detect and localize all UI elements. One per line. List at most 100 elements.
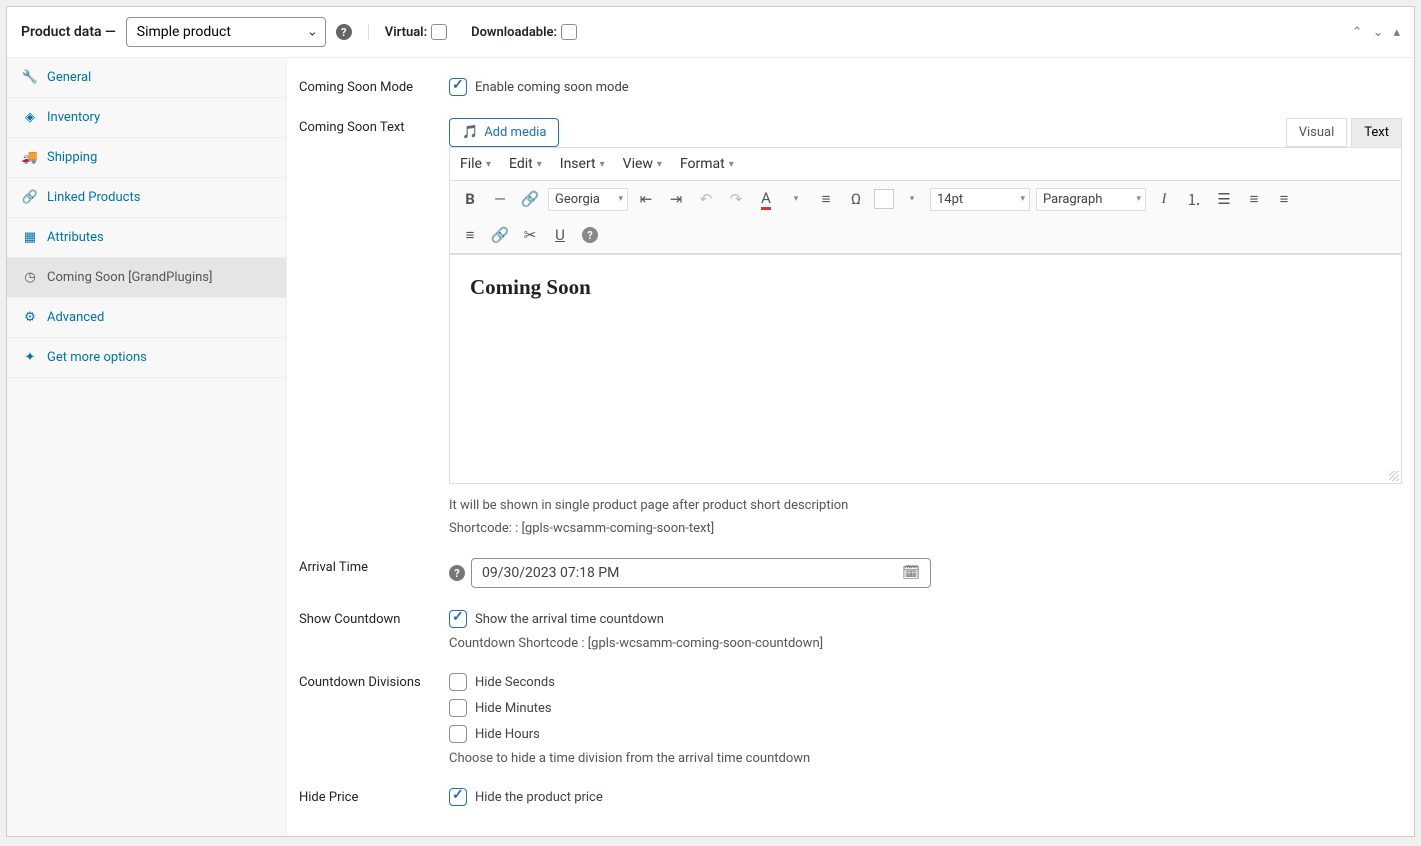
font-size-select[interactable]: 14pt▾ bbox=[930, 188, 1030, 211]
row-coming-soon-text: Coming Soon Text 🎵 Add media Visual Text… bbox=[299, 118, 1402, 536]
sidebar-item-label: Coming Soon [GrandPlugins] bbox=[47, 270, 212, 285]
show-countdown-checkbox[interactable] bbox=[449, 610, 467, 628]
divider bbox=[368, 24, 369, 40]
main-content: Coming Soon Mode Enable coming soon mode… bbox=[287, 58, 1414, 836]
sidebar-item-general[interactable]: 🔧 General bbox=[7, 58, 286, 98]
menu-insert[interactable]: Insert▾ bbox=[560, 156, 605, 172]
menu-file[interactable]: File▾ bbox=[460, 156, 491, 172]
bg-color-picker[interactable] bbox=[874, 189, 894, 209]
link2-icon[interactable]: 🔗 bbox=[488, 223, 512, 247]
hide-price-label: Hide the product price bbox=[449, 788, 1402, 806]
tab-text[interactable]: Text bbox=[1351, 118, 1402, 147]
text-color-icon[interactable]: A bbox=[754, 187, 778, 211]
countdown-shortcode-desc: Countdown Shortcode : [gpls-wcsamm-comin… bbox=[449, 636, 1402, 651]
undo-icon[interactable]: ↶ bbox=[694, 187, 718, 211]
sidebar-item-label: Advanced bbox=[47, 310, 104, 325]
menu-edit[interactable]: Edit▾ bbox=[509, 156, 542, 172]
help-icon[interactable]: ? bbox=[336, 24, 352, 40]
divisions-desc: Choose to hide a time division from the … bbox=[449, 751, 1402, 766]
help-icon[interactable]: ? bbox=[449, 565, 465, 581]
hide-minutes-label: Hide Minutes bbox=[449, 699, 1402, 717]
align-right-icon[interactable]: ≡ bbox=[458, 223, 482, 247]
menu-format[interactable]: Format▾ bbox=[680, 156, 734, 172]
row-hide-price: Hide Price Hide the product price bbox=[299, 788, 1402, 806]
text-color-more-icon[interactable]: ▾ bbox=[784, 187, 808, 211]
sidebar-item-attributes[interactable]: ▦ Attributes bbox=[7, 218, 286, 258]
align-justify-icon[interactable]: ≡ bbox=[814, 187, 838, 211]
row-coming-soon-mode: Coming Soon Mode Enable coming soon mode bbox=[299, 78, 1402, 96]
chevron-down-icon[interactable]: ⌄ bbox=[1373, 25, 1384, 40]
calendar-icon: 🗓 bbox=[902, 565, 920, 581]
label-countdown-divisions: Countdown Divisions bbox=[299, 673, 449, 690]
resize-grip-icon[interactable] bbox=[1389, 471, 1399, 481]
align-center-icon[interactable]: ≡ bbox=[1272, 187, 1296, 211]
panel-body: 🔧 General ◈ Inventory 🚚 Shipping 🔗 Linke… bbox=[7, 58, 1414, 836]
enable-coming-soon-label: Enable coming soon mode bbox=[449, 78, 1402, 96]
label-arrival-time: Arrival Time bbox=[299, 558, 449, 575]
hide-hours-label: Hide Hours bbox=[449, 725, 1402, 743]
sidebar-item-linked-products[interactable]: 🔗 Linked Products bbox=[7, 178, 286, 218]
help-icon[interactable]: ? bbox=[578, 223, 602, 247]
hide-hours-checkbox[interactable] bbox=[449, 725, 467, 743]
label-coming-soon-text: Coming Soon Text bbox=[299, 118, 449, 135]
panel-title: Product data — bbox=[21, 24, 116, 40]
editor-toolbar-2: ≡ 🔗 ✂ U ? bbox=[449, 217, 1402, 254]
underline-icon[interactable]: U bbox=[548, 223, 572, 247]
indent-icon[interactable]: ⇥ bbox=[664, 187, 688, 211]
unlink-icon[interactable]: ✂ bbox=[518, 223, 542, 247]
link-icon: 🔗 bbox=[23, 190, 37, 205]
hide-price-checkbox[interactable] bbox=[449, 788, 467, 806]
omega-icon[interactable]: Ω bbox=[844, 187, 868, 211]
hide-minutes-checkbox[interactable] bbox=[449, 699, 467, 717]
label-show-countdown: Show Countdown bbox=[299, 610, 449, 627]
show-countdown-label: Show the arrival time countdown bbox=[449, 610, 1402, 628]
bullet-list-icon[interactable]: ☰ bbox=[1212, 187, 1236, 211]
outdent-icon[interactable]: ⇤ bbox=[634, 187, 658, 211]
panel-controls: ⌃ ⌄ ▴ bbox=[1352, 25, 1400, 40]
redo-icon[interactable]: ↷ bbox=[724, 187, 748, 211]
sidebar-item-shipping[interactable]: 🚚 Shipping bbox=[7, 138, 286, 178]
italic-icon[interactable]: I bbox=[1152, 187, 1176, 211]
row-arrival-time: Arrival Time ? 09/30/2023 07:18 PM 🗓 bbox=[299, 558, 1402, 588]
sidebar-item-label: Get more options bbox=[47, 350, 147, 365]
media-icon: 🎵 bbox=[462, 125, 478, 140]
arrival-time-input[interactable]: 09/30/2023 07:18 PM 🗓 bbox=[471, 558, 931, 588]
editor-tabs-row: 🎵 Add media Visual Text bbox=[449, 118, 1402, 147]
product-type-select[interactable]: Simple product bbox=[126, 17, 326, 47]
enable-coming-soon-checkbox[interactable] bbox=[449, 78, 467, 96]
menu-view[interactable]: View▾ bbox=[623, 156, 662, 172]
sidebar-item-label: Attributes bbox=[47, 230, 104, 245]
editor-toolbar-1: B — 🔗 Georgia▾ ⇤ ⇥ ↶ ↷ A ▾ ≡ Ω ▾ bbox=[449, 181, 1402, 217]
editor-desc-2: Shortcode: : [gpls-wcsamm-coming-soon-te… bbox=[449, 521, 1402, 536]
panel-header: Product data — Simple product ⌄ ? Virtua… bbox=[7, 7, 1414, 58]
tab-visual[interactable]: Visual bbox=[1286, 118, 1348, 147]
align-left-icon[interactable]: ≡ bbox=[1242, 187, 1266, 211]
gear-icon: ⚙ bbox=[23, 310, 37, 325]
sidebar-item-label: Linked Products bbox=[47, 190, 140, 205]
link-icon[interactable]: 🔗 bbox=[518, 187, 542, 211]
triangle-up-icon[interactable]: ▴ bbox=[1393, 25, 1400, 40]
wrench-icon: 🔧 bbox=[23, 70, 37, 85]
sidebar-item-label: General bbox=[47, 70, 91, 85]
virtual-label: Virtual: bbox=[385, 24, 447, 40]
sidebar-item-get-more[interactable]: ✦ Get more options bbox=[7, 338, 286, 378]
sidebar-item-coming-soon[interactable]: ◷ Coming Soon [GrandPlugins] bbox=[7, 258, 286, 298]
chevron-up-icon[interactable]: ⌃ bbox=[1352, 25, 1363, 40]
numbered-list-icon[interactable]: ⒈ bbox=[1182, 187, 1206, 211]
paragraph-select[interactable]: Paragraph▾ bbox=[1036, 188, 1146, 211]
bg-color-more-icon[interactable]: ▾ bbox=[900, 187, 924, 211]
editor-content[interactable]: Coming Soon bbox=[449, 254, 1402, 484]
editor-desc-1: It will be shown in single product page … bbox=[449, 498, 1402, 513]
list-icon: ▦ bbox=[23, 230, 37, 245]
downloadable-checkbox[interactable] bbox=[561, 24, 577, 40]
add-media-button[interactable]: 🎵 Add media bbox=[449, 118, 559, 147]
hide-seconds-checkbox[interactable] bbox=[449, 673, 467, 691]
sidebar-item-advanced[interactable]: ⚙ Advanced bbox=[7, 298, 286, 338]
sidebar-item-inventory[interactable]: ◈ Inventory bbox=[7, 98, 286, 138]
virtual-checkbox[interactable] bbox=[431, 24, 447, 40]
bold-icon[interactable]: B bbox=[458, 187, 482, 211]
font-family-select[interactable]: Georgia▾ bbox=[548, 188, 628, 211]
hr-icon[interactable]: — bbox=[488, 187, 512, 211]
sidebar-item-label: Inventory bbox=[47, 110, 100, 125]
clock-icon: ◷ bbox=[23, 270, 37, 285]
